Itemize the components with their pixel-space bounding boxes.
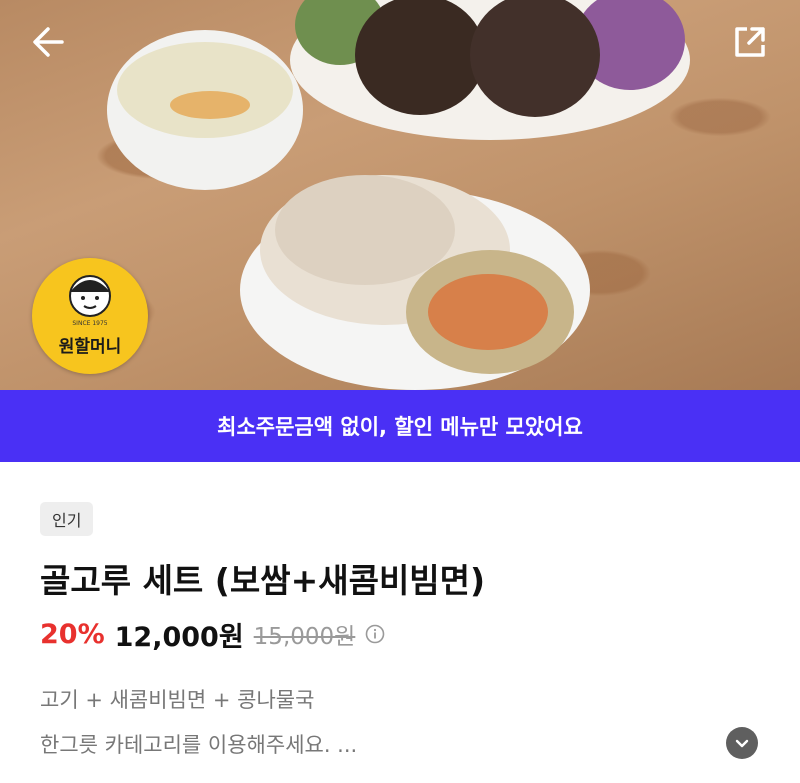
discount-rate: 20% bbox=[40, 618, 105, 650]
back-button[interactable] bbox=[28, 22, 68, 62]
logo-since: SINCE 1975 bbox=[72, 320, 108, 327]
share-button[interactable] bbox=[732, 24, 768, 60]
promo-banner-text: 최소주문금액 없이, 할인 메뉴만 모았어요 bbox=[217, 415, 583, 439]
product-description-line1: 고기 + 새콤비빔면 + 콩나물국 bbox=[40, 688, 315, 712]
price-row: 20% 12,000원 15,000원 bbox=[40, 614, 385, 654]
product-title: 골고루 세트 (보쌈+새콤비빔면) bbox=[40, 561, 486, 600]
info-icon[interactable] bbox=[365, 624, 385, 644]
chevron-down-icon bbox=[735, 739, 749, 748]
product-description-line2: 한그릇 카테고리를 이용해주세요. ... bbox=[40, 733, 358, 757]
arrow-left-icon bbox=[33, 27, 64, 57]
popular-badge-label: 인기 bbox=[52, 511, 82, 530]
popular-badge: 인기 bbox=[40, 502, 94, 536]
original-price: 15,000원 bbox=[253, 624, 356, 650]
sale-price: 12,000원 bbox=[114, 621, 244, 653]
logo-text: 원할머니 bbox=[58, 337, 122, 357]
promo-banner[interactable]: 최소주문금액 없이, 할인 메뉴만 모았어요 bbox=[0, 390, 800, 462]
expand-description-button[interactable] bbox=[726, 727, 758, 759]
share-icon bbox=[735, 27, 765, 57]
brand-logo: SINCE 1975 원할머니 bbox=[32, 258, 148, 374]
hero-image: SINCE 1975 원할머니 bbox=[0, 0, 800, 390]
